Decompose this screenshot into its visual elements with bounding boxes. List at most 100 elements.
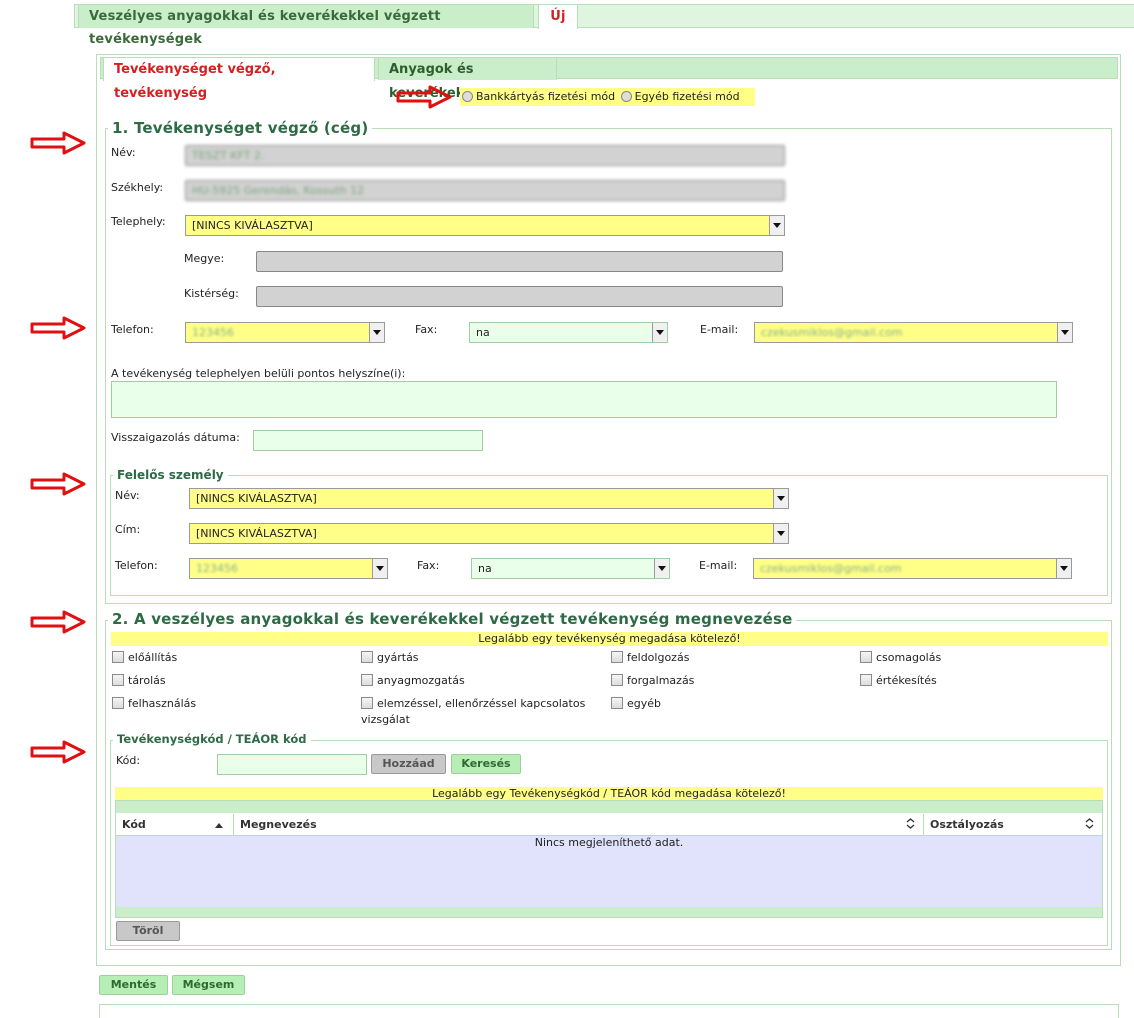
- fax-select[interactable]: na: [469, 322, 668, 343]
- subregion-label: Kistérség:: [184, 287, 239, 300]
- activity-label: feldolgozás: [627, 651, 690, 664]
- grid-toolbar: [116, 801, 1102, 813]
- name-field[interactable]: TESZT KFT 2.: [185, 145, 785, 166]
- responsible-email-select[interactable]: czekusmiklos@gmail.com: [753, 558, 1072, 579]
- fax-value: na: [476, 326, 490, 339]
- delete-button[interactable]: Töröl: [116, 921, 180, 941]
- responsible-name-select[interactable]: [NINCS KIVÁLASZTVA]: [189, 488, 789, 509]
- site-select[interactable]: [NINCS KIVÁLASZTVA]: [185, 215, 785, 236]
- location-label: A tevékenység telephelyen belüli pontos …: [111, 367, 406, 380]
- sort-icon[interactable]: [906, 814, 915, 835]
- activity-checkbox-item[interactable]: tárolás: [112, 673, 166, 689]
- location-textarea[interactable]: [111, 381, 1057, 418]
- activity-checkbox-item[interactable]: felhasználás: [112, 696, 196, 712]
- responsible-fax-select[interactable]: na: [471, 558, 670, 579]
- responsible-address-value: [NINCS KIVÁLASZTVA]: [196, 527, 317, 540]
- activity-label: elemzéssel, ellenőrzéssel kapcsolatos vi…: [361, 697, 586, 726]
- tab-hazardous-activities[interactable]: Veszélyes anyagokkal és keverékekkel vég…: [78, 4, 534, 47]
- sort-ascending-icon[interactable]: [215, 814, 223, 835]
- add-button[interactable]: Hozzáad: [371, 754, 446, 774]
- search-button[interactable]: Keresés: [451, 754, 521, 774]
- checkbox[interactable]: [611, 651, 623, 663]
- responsible-address-select[interactable]: [NINCS KIVÁLASZTVA]: [189, 523, 789, 544]
- teaor-code-label: Kód:: [116, 754, 141, 767]
- chevron-down-icon[interactable]: [372, 559, 387, 578]
- activity-label: anyagmozgatás: [377, 674, 465, 687]
- activity-checkbox-item[interactable]: csomagolás: [860, 650, 941, 666]
- confirm-date-input[interactable]: [253, 430, 483, 451]
- checkbox[interactable]: [361, 651, 373, 663]
- payment-method-group: Bankkártyás fizetési mód Egyéb fizetési …: [460, 88, 755, 106]
- grid-empty-text: Nincs megjeleníthető adat.: [534, 836, 684, 849]
- activity-label: csomagolás: [876, 651, 942, 664]
- teaor-code-input[interactable]: [217, 754, 367, 775]
- sort-icon[interactable]: [1085, 814, 1094, 835]
- phone-label: Telefon:: [111, 323, 154, 336]
- fax-label: Fax:: [415, 323, 438, 336]
- phone-select[interactable]: 123456: [185, 322, 385, 343]
- responsible-name-value: [NINCS KIVÁLASZTVA]: [196, 492, 317, 505]
- grid-header: Kód Megnevezés Osztályozás: [116, 814, 1102, 836]
- tab-new[interactable]: Új: [538, 4, 578, 29]
- email-label: E-mail:: [700, 323, 739, 336]
- activity-checkbox-item[interactable]: forgalmazás: [611, 673, 694, 689]
- chevron-down-icon[interactable]: [654, 559, 669, 578]
- checkbox[interactable]: [361, 674, 373, 686]
- responsible-email-value: czekusmiklos@gmail.com: [760, 562, 902, 575]
- activity-checkbox-item[interactable]: gyártás: [361, 650, 419, 666]
- checkbox[interactable]: [860, 651, 872, 663]
- subregion-field[interactable]: [256, 286, 783, 307]
- checkbox[interactable]: [112, 697, 124, 709]
- chevron-down-icon[interactable]: [369, 323, 384, 342]
- responsible-phone-value: 123456: [196, 562, 238, 575]
- column-header-label: Osztályozás: [930, 818, 1004, 831]
- payment-card-label: Bankkártyás fizetési mód: [476, 90, 616, 103]
- tab-materials[interactable]: Anyagok és keverékek: [378, 57, 557, 101]
- activity-label: gyártás: [377, 651, 419, 664]
- activity-checkbox-item[interactable]: elemzéssel, ellenőrzéssel kapcsolatos vi…: [361, 696, 601, 728]
- seat-field[interactable]: HU-5925 Gerendás, Kossuth 12: [185, 180, 785, 201]
- activity-checkbox-item[interactable]: értékesítés: [860, 673, 937, 689]
- checkbox[interactable]: [860, 674, 872, 686]
- grid-footer: [116, 907, 1102, 917]
- save-button[interactable]: Mentés: [99, 975, 168, 995]
- responsible-name-label: Név:: [115, 489, 140, 502]
- activity-checkbox-item[interactable]: anyagmozgatás: [361, 673, 465, 689]
- cancel-button[interactable]: Mégsem: [172, 975, 245, 995]
- chevron-down-icon[interactable]: [773, 524, 788, 543]
- payment-card-radio[interactable]: [462, 91, 473, 102]
- responsible-phone-select[interactable]: 123456: [189, 558, 388, 579]
- column-header-code[interactable]: Kód: [116, 814, 234, 835]
- payment-other-radio[interactable]: [620, 91, 632, 102]
- county-field[interactable]: [256, 251, 783, 272]
- activity-label: előállítás: [128, 651, 178, 664]
- column-header-name[interactable]: Megnevezés: [234, 814, 924, 835]
- checkbox[interactable]: [611, 697, 623, 709]
- activity-checkbox-item[interactable]: egyéb: [611, 696, 661, 712]
- activity-checkbox-item[interactable]: előállítás: [112, 650, 177, 666]
- section-activity-title: 2. A veszélyes anyagokkal és keverékekke…: [108, 610, 797, 628]
- activity-label: egyéb: [627, 697, 662, 710]
- annotation-arrow-icon: [30, 316, 86, 340]
- checkbox[interactable]: [112, 674, 124, 686]
- chevron-down-icon[interactable]: [769, 216, 784, 235]
- responsible-email-label: E-mail:: [699, 559, 738, 572]
- checkbox[interactable]: [611, 674, 623, 686]
- checkbox[interactable]: [361, 697, 373, 709]
- responsible-fax-label: Fax:: [417, 559, 440, 572]
- chevron-down-icon[interactable]: [773, 489, 788, 508]
- tab-actor-activity[interactable]: Tevékenységet végző, tevékenység: [103, 57, 375, 101]
- activity-label: forgalmazás: [627, 674, 695, 687]
- chevron-down-icon[interactable]: [1057, 323, 1072, 342]
- activity-label: értékesítés: [876, 674, 937, 687]
- activity-checkbox-item[interactable]: feldolgozás: [611, 650, 689, 666]
- chevron-down-icon[interactable]: [1056, 559, 1071, 578]
- email-select[interactable]: czekusmiklos@gmail.com: [754, 322, 1073, 343]
- annotation-arrow-icon: [30, 610, 86, 634]
- column-header-classification[interactable]: Osztályozás: [924, 814, 1102, 835]
- chevron-down-icon[interactable]: [652, 323, 667, 342]
- checkbox[interactable]: [112, 651, 124, 663]
- activity-label: felhasználás: [128, 697, 197, 710]
- column-header-label: Megnevezés: [240, 818, 317, 831]
- responsible-fax-value: na: [478, 562, 492, 575]
